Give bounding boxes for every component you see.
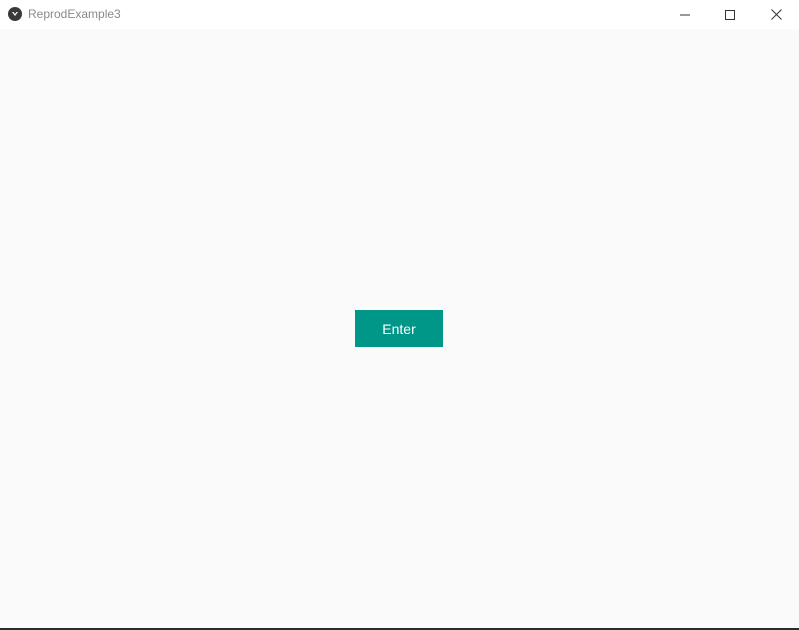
enter-button[interactable]: Enter [355,310,443,347]
minimize-icon [680,10,690,20]
close-icon [770,9,782,20]
app-window: ReprodExample3 Enter [0,0,799,630]
window-title: ReprodExample3 [28,7,121,21]
title-bar[interactable]: ReprodExample3 [0,0,799,29]
main-content: Enter [0,29,799,628]
maximize-button[interactable] [707,0,753,29]
minimize-button[interactable] [662,0,708,29]
close-button[interactable] [753,0,799,29]
kivy-logo-icon [8,7,22,21]
maximize-icon [725,9,735,20]
